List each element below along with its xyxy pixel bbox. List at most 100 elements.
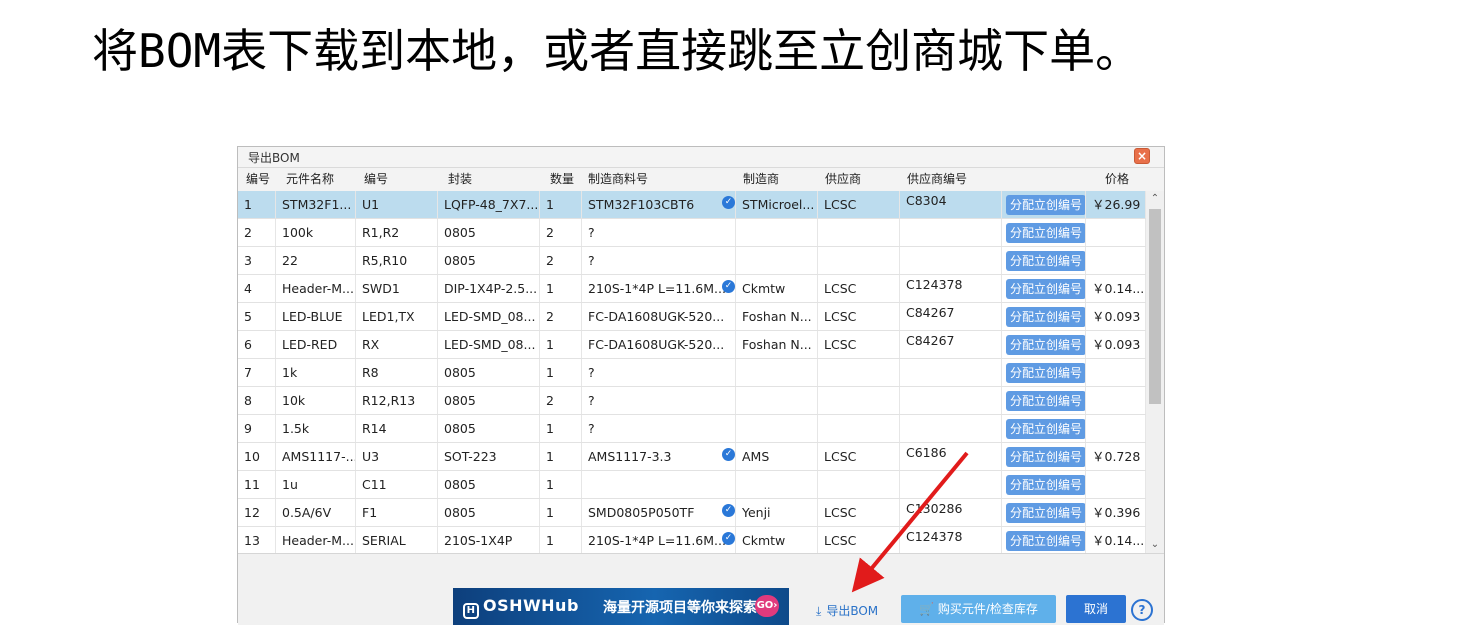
cell-supno: C130286 [900,499,1002,526]
cell-no: 11 [238,471,276,498]
cell-no: 10 [238,443,276,470]
cart-icon: 🛒 [919,602,938,616]
table-row[interactable]: 5 LED-BLUE LED1,TX LED-SMD_08... 2 FC-DA1608U… [238,303,1146,331]
table-row[interactable]: 3 22 R5,R10 0805 2? 分配立创编号 [238,247,1146,275]
table-row[interactable]: 13 Header-M... SERIAL 210S-1X4P 1 210S-1*4P L… [238,527,1146,554]
cancel-button[interactable]: 取消 [1066,595,1126,623]
cell-des: R5,R10 [356,247,438,274]
cell-qty: 2 [540,247,582,274]
column-header[interactable]: 制造商 [739,168,779,191]
cell-no: 3 [238,247,276,274]
scroll-up-icon[interactable]: ⌃ [1146,191,1164,207]
cell-supno [900,247,1002,274]
cell-sup [818,471,900,498]
cell-pkg: LQFP-48_7X7... [438,191,540,218]
shield-check-icon: ✓ [722,280,735,293]
export-bom-button[interactable]: ⤓ 导出BOM [816,602,878,619]
cell-price: ￥0.728 [1086,443,1146,470]
cell-assign: 分配立创编号 [1002,415,1086,442]
assign-lcsc-button[interactable]: 分配立创编号 [1006,363,1085,383]
assign-lcsc-button[interactable]: 分配立创编号 [1006,279,1085,299]
table-row[interactable]: 8 10k R12,R13 0805 2? 分配立创编号 [238,387,1146,415]
cell-price: ￥0.093 [1086,331,1146,358]
cell-name: 1u [276,471,356,498]
scroll-thumb[interactable] [1149,209,1161,404]
assign-lcsc-button[interactable]: 分配立创编号 [1006,391,1085,411]
assign-lcsc-button[interactable]: 分配立创编号 [1006,307,1085,327]
table-header: 编号 元件名称 编号 封装 数量 制造商料号 制造商 供应商 供应商编号 价格 [238,168,1164,192]
cell-sup [818,219,900,246]
table-row[interactable]: 9 1.5k R14 0805 1? 分配立创编号 [238,415,1146,443]
cell-pkg: LED-SMD_08... [438,303,540,330]
cell-des: SERIAL [356,527,438,554]
cell-des: RX [356,331,438,358]
cell-price [1086,471,1146,498]
cell-des: R8 [356,359,438,386]
cell-sup: LCSC [818,499,900,526]
table-row[interactable]: 11 1u C11 0805 1 分配立创编号 [238,471,1146,499]
table-row[interactable]: 10 AMS1117-... U3 SOT-223 1 AMS1117-3.3 AMS LCS… [238,443,1146,471]
column-header[interactable]: 编号 [242,168,270,191]
cell-no: 2 [238,219,276,246]
cell-des: U3 [356,443,438,470]
cell-mpn: ? [582,247,736,274]
shield-check-icon: ✓ [722,196,735,209]
assign-lcsc-button[interactable]: 分配立创编号 [1006,447,1085,467]
cell-des: SWD1 [356,275,438,302]
cell-mfr [736,247,818,274]
cell-sup: LCSC [818,303,900,330]
assign-lcsc-button[interactable]: 分配立创编号 [1006,251,1085,271]
help-icon[interactable]: ? [1131,599,1153,621]
cell-no: 1 [238,191,276,218]
shield-check-icon: ✓ [722,448,735,461]
column-header[interactable]: 制造商料号 [584,168,648,191]
cell-assign: 分配立创编号 [1002,499,1086,526]
assign-lcsc-button[interactable]: 分配立创编号 [1006,419,1085,439]
scroll-down-icon[interactable]: ⌄ [1146,537,1164,553]
column-header[interactable]: 元件名称 [282,168,334,191]
cell-assign: 分配立创编号 [1002,387,1086,414]
page-heading: 将BOM表下载到本地，或者直接跳至立创商城下单。 [92,24,1142,78]
cell-mpn: ? [582,359,736,386]
close-button[interactable]: × [1134,148,1150,164]
column-header[interactable]: 封装 [444,168,472,191]
assign-lcsc-button[interactable]: 分配立创编号 [1006,223,1085,243]
table-row[interactable]: 12 0.5A/6V F1 0805 1 SMD0805P050TF Yenji LCSC C1… [238,499,1146,527]
cell-mfr [736,359,818,386]
cell-assign: 分配立创编号 [1002,303,1086,330]
table-row[interactable]: 1 STM32F1... U1 LQFP-48_7X7... 1 STM32F103CBT… [238,191,1146,219]
cell-qty: 1 [540,443,582,470]
assign-lcsc-button[interactable]: 分配立创编号 [1006,503,1085,523]
cell-mfr [736,219,818,246]
cell-no: 5 [238,303,276,330]
table-row[interactable]: 2 100k R1,R2 0805 2? 分配立创编号 [238,219,1146,247]
cell-des: C11 [356,471,438,498]
column-header[interactable]: 供应商 [821,168,861,191]
table-row[interactable]: 7 1k R8 0805 1? 分配立创编号 [238,359,1146,387]
cell-sup [818,359,900,386]
cell-mpn: ? [582,387,736,414]
column-header[interactable]: 价格 [1101,168,1129,191]
cell-mfr: Ckmtw [736,275,818,302]
assign-lcsc-button[interactable]: 分配立创编号 [1006,475,1085,495]
cell-assign: 分配立创编号 [1002,527,1086,554]
table-row[interactable]: 4 Header-M... SWD1 DIP-1X4P-2.5... 1 210S-1*4… [238,275,1146,303]
cell-sup: LCSC [818,527,900,554]
cell-price [1086,247,1146,274]
cell-des: R1,R2 [356,219,438,246]
assign-lcsc-button[interactable]: 分配立创编号 [1006,335,1085,355]
cell-assign: 分配立创编号 [1002,219,1086,246]
buy-parts-button[interactable]: 🛒 购买元件/检查库存 [901,595,1056,623]
cell-sup [818,247,900,274]
cell-mfr [736,415,818,442]
vertical-scrollbar[interactable]: ⌃ ⌄ [1146,191,1164,553]
column-header[interactable]: 数量 [546,168,574,191]
oshwhub-banner[interactable]: H OSHWHub 海量开源项目等你来探索 GO› [453,588,789,625]
table-row[interactable]: 6 LED-RED RX LED-SMD_08... 1 FC-DA1608UGK-520… [238,331,1146,359]
cell-no: 12 [238,499,276,526]
assign-lcsc-button[interactable]: 分配立创编号 [1006,531,1085,551]
assign-lcsc-button[interactable]: 分配立创编号 [1006,195,1085,215]
column-header[interactable]: 供应商编号 [903,168,967,191]
column-header[interactable]: 编号 [360,168,388,191]
buy-parts-label: 购买元件/检查库存 [937,602,1038,616]
